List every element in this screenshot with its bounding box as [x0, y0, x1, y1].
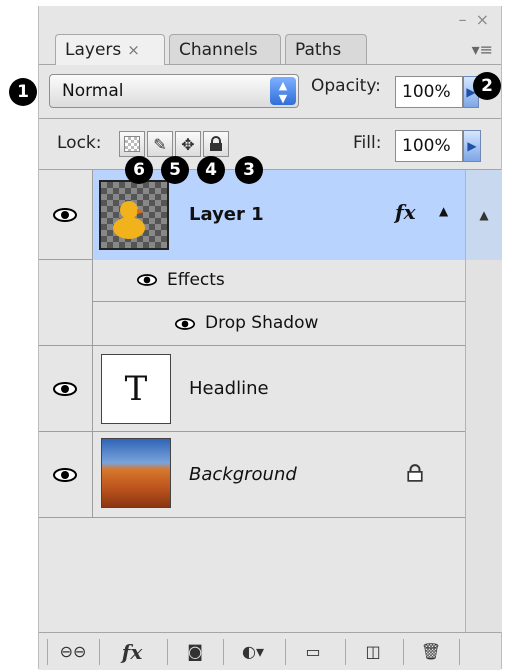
divider: [223, 639, 224, 665]
text-layer-thumbnail[interactable]: T: [101, 354, 171, 424]
layer-fx-icon[interactable]: fx: [395, 200, 416, 224]
callout-2: 2: [473, 72, 501, 100]
link-layers-icon[interactable]: ⊖⊖: [53, 641, 93, 663]
tab-layers-label: Layers: [65, 40, 122, 60]
opacity-field[interactable]: 100%: [395, 76, 463, 108]
minimize-icon[interactable]: –: [459, 10, 469, 29]
layer-name[interactable]: Layer 1: [189, 204, 264, 225]
tab-paths[interactable]: Paths: [285, 34, 367, 64]
visibility-toggle[interactable]: [39, 432, 93, 517]
tab-paths-label: Paths: [295, 40, 342, 60]
fill-label: Fill:: [353, 133, 382, 153]
tab-close-icon[interactable]: ×: [127, 41, 140, 59]
lock-image-pixels-icon[interactable]: ✎: [147, 131, 173, 157]
delete-layer-icon[interactable]: 🗑: [411, 641, 451, 663]
divider: [39, 118, 501, 119]
callout-3: 3: [235, 156, 263, 184]
layer-name[interactable]: Background: [189, 464, 297, 485]
effect-name: Drop Shadow: [205, 313, 319, 333]
layer-row-background[interactable]: Background: [39, 432, 465, 518]
new-group-icon[interactable]: ▭: [293, 641, 333, 663]
add-layer-mask-icon[interactable]: ◙: [175, 641, 215, 663]
fill-field[interactable]: 100%: [395, 130, 463, 162]
callout-4: 4: [197, 156, 225, 184]
layer-list-scrollbar[interactable]: ▲: [465, 170, 502, 632]
callout-6: 6: [125, 156, 153, 184]
eye-column-spacer: [39, 260, 93, 302]
close-icon[interactable]: ×: [476, 10, 491, 29]
lock-transparent-pixels-icon[interactable]: [119, 131, 145, 157]
tab-channels-label: Channels: [179, 40, 258, 60]
layer-thumbnail[interactable]: [99, 180, 169, 250]
effects-row[interactable]: Effects: [39, 260, 465, 302]
drop-shadow-row[interactable]: Drop Shadow: [39, 302, 465, 346]
fill-arrow-icon[interactable]: ▶: [463, 130, 481, 162]
panel-menu-icon[interactable]: ▾≡: [472, 40, 493, 59]
effects-label: Effects: [167, 270, 225, 290]
blend-mode-select[interactable]: Normal ▲ ▼: [49, 74, 299, 108]
effects-row-content[interactable]: Effects: [93, 260, 465, 302]
visibility-toggle[interactable]: [39, 346, 93, 431]
eye-icon[interactable]: [137, 274, 157, 286]
divider: [285, 639, 286, 665]
opacity-label: Opacity:: [311, 76, 381, 96]
divider: [403, 639, 404, 665]
layer-name[interactable]: Headline: [189, 378, 269, 399]
layer-list: Layer 1 fx ▲ Effects Drop Shadow T Headl…: [39, 170, 465, 632]
layer-row-headline[interactable]: T Headline: [39, 346, 465, 432]
blend-mode-value: Normal: [62, 81, 124, 101]
eye-icon[interactable]: [175, 318, 195, 330]
eye-icon: [53, 208, 77, 222]
divider: [99, 639, 100, 665]
divider: [167, 639, 168, 665]
scroll-up-icon[interactable]: ▲: [466, 170, 502, 260]
eye-icon: [53, 468, 77, 482]
lock-label: Lock:: [57, 133, 102, 153]
new-layer-icon[interactable]: ◫: [353, 641, 393, 663]
divider: [47, 639, 48, 665]
add-layer-style-icon[interactable]: fx: [107, 641, 157, 663]
eye-column-spacer: [39, 302, 93, 345]
effects-collapse-icon[interactable]: ▲: [439, 204, 448, 218]
divider: [345, 639, 346, 665]
divider: [459, 639, 460, 665]
tab-channels[interactable]: Channels: [169, 34, 281, 64]
callout-5: 5: [161, 156, 189, 184]
eye-icon: [53, 382, 77, 396]
new-adjustment-layer-icon[interactable]: ◐▾: [231, 641, 275, 663]
tab-layers[interactable]: Layers ×: [55, 34, 165, 65]
panel-tab-bar: Layers × Channels Paths: [39, 34, 501, 65]
callout-1: 1: [9, 78, 37, 106]
lock-position-icon[interactable]: ✥: [175, 131, 201, 157]
layers-bottom-bar: ⊖⊖ fx ◙ ◐▾ ▭ ◫ 🗑: [39, 632, 501, 670]
lock-icon: [407, 464, 423, 482]
panel-window-controls: – ×: [459, 10, 492, 29]
visibility-toggle[interactable]: [39, 170, 93, 259]
layers-panel: – × Layers × Channels Paths ▾≡ Normal ▲ ▼ …: [9, 6, 502, 670]
blend-mode-stepper-icon[interactable]: ▲ ▼: [270, 77, 296, 105]
lock-all-icon[interactable]: [203, 131, 229, 157]
background-thumbnail[interactable]: [101, 438, 171, 508]
duck-icon: [113, 201, 145, 239]
